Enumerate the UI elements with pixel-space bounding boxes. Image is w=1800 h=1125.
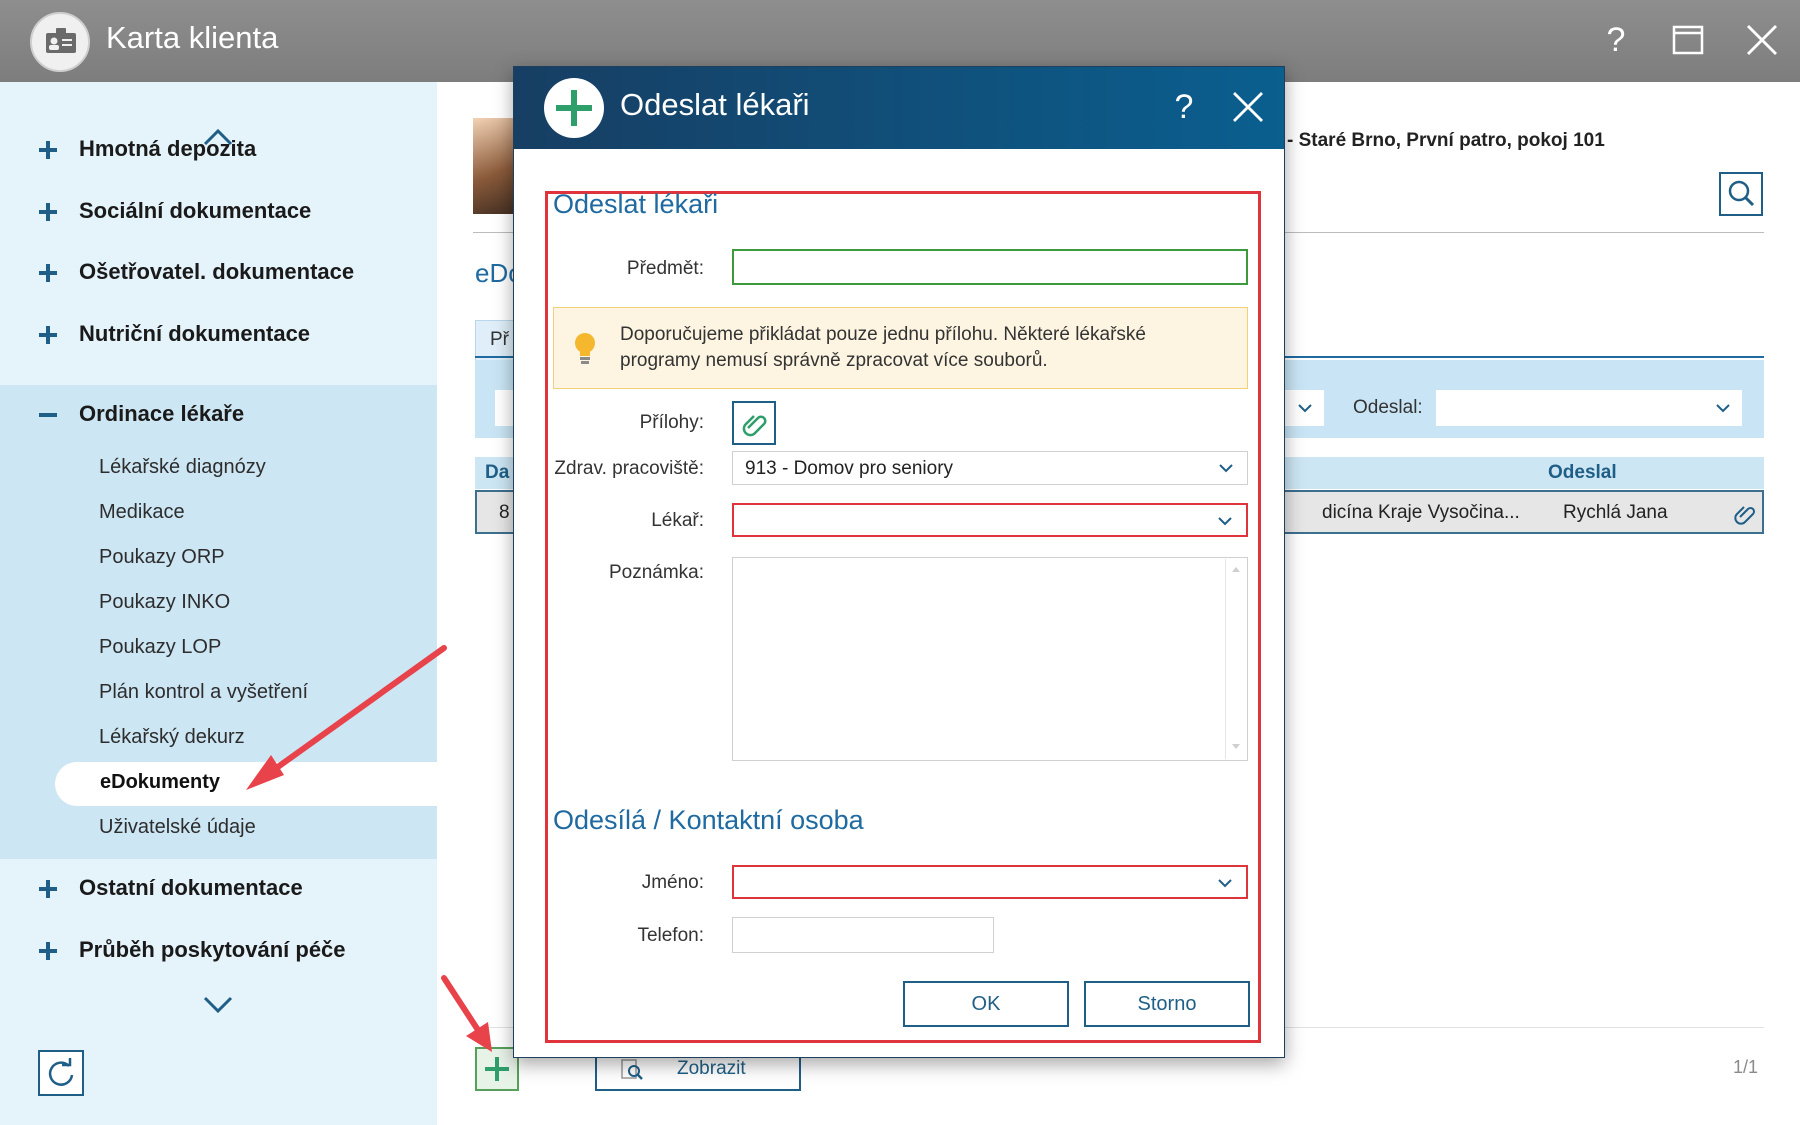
sidebar-item-prubeh-pece[interactable]: Průběh poskytování péče xyxy=(0,921,437,983)
sidebar-item-ordinace-lekare[interactable]: Ordinace lékaře xyxy=(0,385,437,447)
dialog-title: Odeslat lékaři xyxy=(620,87,810,122)
phone-input[interactable] xyxy=(732,917,994,953)
sidebar-subitem-label: eDokumenty xyxy=(100,771,221,793)
workplace-label: Zdrav. pracoviště: xyxy=(554,458,704,479)
subject-label: Předmět: xyxy=(626,258,704,279)
plus-icon xyxy=(39,264,57,282)
sidebar-item-label: Sociální dokumentace xyxy=(79,198,312,223)
sidebar-subitem-medikace[interactable]: Medikace xyxy=(99,501,185,524)
cell-sender: Rychlá Jana xyxy=(1563,502,1668,523)
doctor-label: Lékař: xyxy=(651,510,704,531)
client-location: - Staré Brno, První patro, pokoj 101 xyxy=(1287,130,1605,151)
send-to-doctor-dialog: Odeslat lékaři ? Odeslat lékaři Předmět:… xyxy=(513,66,1285,1058)
sidebar: Hmotná depozita Sociální dokumentace Oše… xyxy=(0,82,437,1125)
doctor-select[interactable] xyxy=(732,503,1248,537)
cancel-button[interactable]: Storno xyxy=(1084,981,1250,1027)
add-icon xyxy=(544,78,604,138)
sidebar-subitem-lekarske-diagnozy[interactable]: Lékařské diagnózy xyxy=(99,456,266,479)
maximize-icon[interactable] xyxy=(1666,18,1710,62)
plus-icon xyxy=(39,326,57,344)
dialog-help-icon[interactable]: ? xyxy=(1166,83,1202,131)
search-button[interactable] xyxy=(1719,172,1763,216)
subject-input[interactable] xyxy=(732,249,1248,285)
form-section-title: Odeslat lékaři xyxy=(553,189,719,219)
name-label: Jméno: xyxy=(641,872,704,893)
ok-button[interactable]: OK xyxy=(903,981,1069,1027)
plus-icon xyxy=(39,141,57,159)
plus-icon xyxy=(39,942,57,960)
preview-icon xyxy=(621,1059,643,1080)
sidebar-item-label: Ošetřovatel. dokumentace xyxy=(79,259,355,284)
show-button-label: Zobrazit xyxy=(677,1058,746,1079)
sidebar-item-ostatni-dokumentace[interactable]: Ostatní dokumentace xyxy=(0,859,437,921)
pager: 1/1 xyxy=(1733,1057,1759,1077)
sidebar-subitem-poukazy-orp[interactable]: Poukazy ORP xyxy=(99,546,225,569)
tip-box: Doporučujeme přikládat pouze jednu přílo… xyxy=(553,307,1248,389)
name-select[interactable] xyxy=(732,865,1248,899)
chevron-down-icon xyxy=(1298,404,1312,413)
sidebar-item-osetrovatel-dokumentace[interactable]: Ošetřovatel. dokumentace xyxy=(0,243,437,305)
tab-label: Př xyxy=(490,329,509,350)
sidebar-item-label: Ostatní dokumentace xyxy=(79,875,303,900)
sender-filter-label: Odeslal: xyxy=(1353,397,1423,418)
workplace-select[interactable]: 913 - Domov pro seniory xyxy=(732,451,1248,485)
note-textarea[interactable] xyxy=(732,557,1248,761)
cell-facility: dicína Kraje Vysočina... xyxy=(1322,502,1520,523)
sidebar-item-socialni-dokumentace[interactable]: Sociální dokumentace xyxy=(0,182,437,244)
chevron-down-icon xyxy=(1219,464,1233,473)
sidebar-subitem-lekarsky-dekurz[interactable]: Lékařský dekurz xyxy=(99,726,245,749)
client-card-icon xyxy=(30,12,90,72)
window-title: Karta klienta xyxy=(106,20,279,55)
paperclip-icon xyxy=(742,415,767,437)
chevron-down-icon xyxy=(1716,404,1730,413)
sidebar-subitem-edokumenty[interactable]: eDokumenty xyxy=(55,762,437,806)
attachments-label: Přílohy: xyxy=(639,412,704,433)
lightbulb-icon xyxy=(575,333,595,364)
workplace-value: 913 - Domov pro seniory xyxy=(745,458,954,479)
plus-icon xyxy=(485,1057,509,1081)
sidebar-item-label: Průběh poskytování péče xyxy=(79,937,346,962)
help-icon[interactable]: ? xyxy=(1594,18,1638,62)
phone-label: Telefon: xyxy=(637,925,704,946)
sidebar-item-label: Ordinace lékaře xyxy=(79,401,245,426)
sender-filter-combo[interactable] xyxy=(1436,390,1742,426)
plus-icon xyxy=(39,203,57,221)
dialog-close-icon[interactable] xyxy=(1230,89,1266,125)
minus-icon xyxy=(39,413,57,417)
chevron-down-icon xyxy=(1218,517,1232,526)
sidebar-item-label: Hmotná depozita xyxy=(79,136,257,161)
plus-icon xyxy=(39,880,57,898)
sidebar-subitem-uzivatelske-udaje[interactable]: Uživatelské údaje xyxy=(99,816,256,839)
dialog-header: Odeslat lékaři ? xyxy=(514,67,1284,149)
attachment-icon[interactable] xyxy=(1731,500,1757,526)
refresh-icon xyxy=(48,1058,74,1086)
column-header-sender[interactable]: Odeslal xyxy=(1548,462,1617,484)
scroll-down-icon[interactable] xyxy=(200,994,236,1016)
note-label: Poznámka: xyxy=(608,562,704,583)
column-header-date[interactable]: Da xyxy=(485,462,509,484)
sidebar-subitem-poukazy-lop[interactable]: Poukazy LOP xyxy=(99,636,221,659)
tip-text: Doporučujeme přikládat pouze jednu přílo… xyxy=(620,324,1146,371)
note-scrollbar[interactable] xyxy=(1225,559,1246,759)
sidebar-item-hmotna-depozita[interactable]: Hmotná depozita xyxy=(0,120,437,182)
cell-date: 8 xyxy=(499,502,510,523)
close-icon[interactable] xyxy=(1740,18,1784,62)
sidebar-item-label: Nutriční dokumentace xyxy=(79,321,311,346)
contact-section-title: Odesílá / Kontaktní osoba xyxy=(553,805,864,835)
sidebar-item-nutricni-dokumentace[interactable]: Nutriční dokumentace xyxy=(0,305,437,367)
sidebar-subitem-plan-kontrol[interactable]: Plán kontrol a vyšetření xyxy=(99,681,308,704)
sidebar-subitem-poukazy-inko[interactable]: Poukazy INKO xyxy=(99,591,230,614)
refresh-button[interactable] xyxy=(38,1050,84,1096)
add-attachment-button[interactable] xyxy=(732,401,776,445)
search-icon xyxy=(1728,180,1755,207)
chevron-down-icon xyxy=(1218,879,1232,888)
